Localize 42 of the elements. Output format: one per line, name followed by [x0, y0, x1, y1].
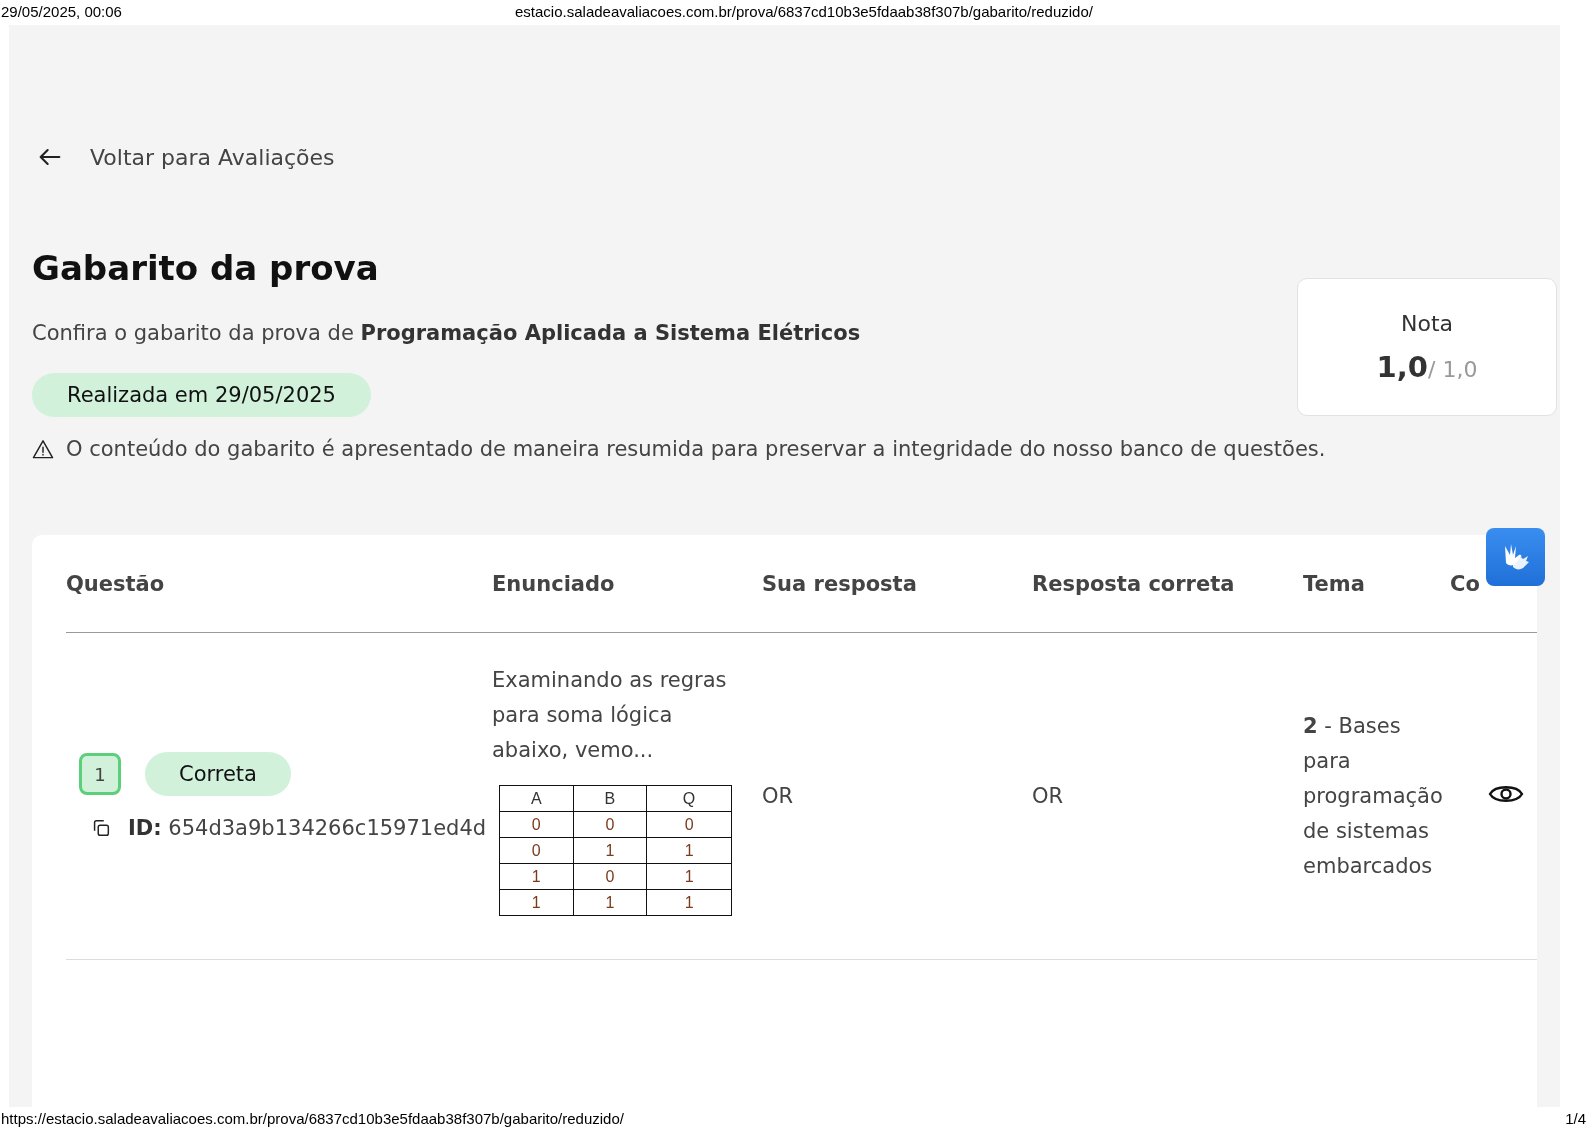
back-link[interactable]: Voltar para Avaliações: [36, 143, 335, 171]
warning-icon: [32, 439, 54, 459]
statement-text: Examinando as regras para soma lógica abaixo, vemo...: [492, 667, 728, 764]
truth-table-cell: 1: [646, 863, 732, 890]
theme-text: 2 - Bases para programação de sistemas embarcados: [1303, 712, 1444, 880]
column-header: Enunciado: [492, 571, 616, 596]
print-url: estacio.saladeavaliacoes.com.br/prova/6837cd10b3e5fdaab38f307b/gabarito/reduzido/: [515, 2, 1093, 20]
truth-table-cell: 1: [499, 863, 574, 890]
truth-table-cell: 1: [646, 837, 732, 864]
truth-table-cell: 0: [499, 811, 574, 838]
grade-value: 1,0: [1376, 349, 1428, 384]
grade-label: Nota: [1401, 310, 1453, 336]
truth-table-cell: 1: [646, 889, 732, 916]
print-url: https://estacio.saladeavaliacoes.com.br/prova/6837cd10b3e5fdaab38f307b/gabarito/reduzido/: [1, 1109, 624, 1127]
column-header: Tema: [1303, 571, 1366, 596]
truth-table-cell: Q: [646, 785, 732, 812]
print-date: 29/05/2025, 00:06: [1, 2, 122, 20]
truth-table-cell: A: [499, 785, 574, 812]
sign-language-button[interactable]: [1486, 528, 1545, 586]
truth-table-cell: 0: [573, 863, 647, 890]
truth-table-cell: 0: [499, 837, 574, 864]
question-id: ID: 654d3a9b134266c15971ed4d: [128, 816, 487, 840]
column-header: Co: [1450, 571, 1481, 596]
notice-text: O conteúdo do gabarito é apresentado de maneira resumida para preservar a integridade do nosso banco de questões.: [66, 437, 1326, 461]
page-title: Gabarito da prova: [32, 248, 380, 288]
grade-max: / 1,0: [1428, 356, 1478, 382]
column-header: Questão: [66, 571, 166, 596]
your-answer: OR: [762, 784, 794, 808]
truth-table-cell: 0: [646, 811, 732, 838]
truth-table-cell: 1: [573, 837, 647, 864]
truth-table-cell: 1: [499, 889, 574, 916]
page-subtitle: Confira o gabarito da prova de Programação Aplicada a Sistema Elétricos: [32, 321, 861, 345]
date-badge: Realizada em 29/05/2025: [32, 373, 371, 417]
question-number: 1: [79, 753, 121, 795]
column-header: Resposta correta: [1032, 571, 1236, 596]
truth-table-cell: 0: [573, 811, 647, 838]
truth-table-cell: 1: [573, 889, 647, 916]
correct-answer: OR: [1032, 784, 1064, 808]
page-number: 1/4: [1565, 1109, 1586, 1127]
column-header: Sua resposta: [762, 571, 918, 596]
status-badge: Correta: [145, 752, 291, 796]
truth-table-cell: B: [573, 785, 647, 812]
